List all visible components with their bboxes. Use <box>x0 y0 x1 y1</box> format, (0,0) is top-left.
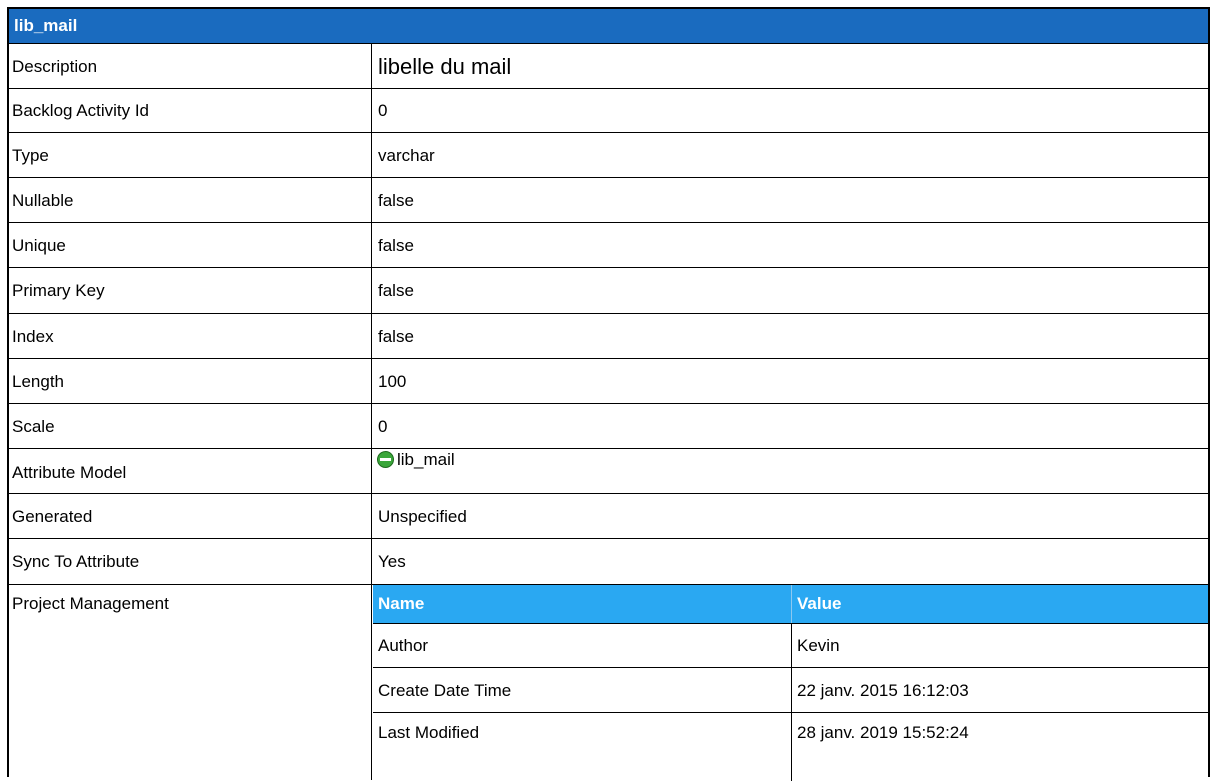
row-value: 0 <box>378 101 388 120</box>
table-row: Unique false <box>9 222 1208 268</box>
row-label: Scale <box>9 404 372 449</box>
row-value: false <box>378 190 414 210</box>
row-label: Index <box>9 314 372 359</box>
subtable-header: Name Value <box>373 585 1208 623</box>
table-row: Project Management Name Value Author Kev… <box>9 584 1208 781</box>
row-value: false <box>378 326 414 346</box>
row-label: Length <box>9 359 372 404</box>
table-row: Index false <box>9 313 1208 359</box>
row-label: Generated <box>9 494 372 539</box>
row-label: Unique <box>9 223 372 268</box>
attribute-model-link[interactable]: lib_mail <box>397 450 455 469</box>
column-header-value: Value <box>797 594 842 613</box>
attribute-icon <box>377 451 394 468</box>
properties-table: lib_mail Description libelle du mail Bac… <box>7 7 1210 781</box>
cell-value: 22 janv. 2015 16:12:03 <box>797 680 969 700</box>
table-row: Generated Unspecified <box>9 493 1208 539</box>
table-row: Primary Key false <box>9 267 1208 314</box>
table-row: Backlog Activity Id 0 <box>9 88 1208 133</box>
row-value: Unspecified <box>378 506 467 526</box>
cell-name: Create Date Time <box>373 668 792 713</box>
row-value: varchar <box>378 145 435 165</box>
row-label: Primary Key <box>9 268 372 314</box>
table-row: Nullable false <box>9 177 1208 223</box>
subtable-row: Author Kevin <box>373 623 1208 668</box>
table-row: Scale 0 <box>9 403 1208 449</box>
column-header-name: Name <box>373 585 792 623</box>
table-row: Description libelle du mail <box>9 43 1208 89</box>
row-label: Type <box>9 133 372 178</box>
row-value: libelle du mail <box>378 53 512 79</box>
subtable-row: Create Date Time 22 janv. 2015 16:12:03 <box>373 667 1208 713</box>
row-label: Project Management <box>9 585 372 780</box>
row-value: false <box>378 235 414 255</box>
table-row: Length 100 <box>9 358 1208 404</box>
table-row: Type varchar <box>9 132 1208 178</box>
row-value: 0 <box>378 416 388 436</box>
row-label: Description <box>9 44 372 89</box>
row-value: lib_mail <box>372 449 1208 494</box>
table-row: Sync To Attribute Yes <box>9 538 1208 585</box>
row-label: Backlog Activity Id <box>9 89 372 133</box>
row-value: 100 <box>378 371 407 391</box>
table-title: lib_mail <box>9 9 1208 43</box>
table-row: Attribute Model lib_mail <box>9 448 1208 494</box>
row-label: Sync To Attribute <box>9 539 372 585</box>
cell-name: Author <box>373 624 792 668</box>
row-value: false <box>378 281 414 300</box>
row-label: Attribute Model <box>9 449 372 494</box>
row-label: Nullable <box>9 178 372 223</box>
row-value: Yes <box>378 552 406 571</box>
cell-value: Kevin <box>797 636 840 655</box>
